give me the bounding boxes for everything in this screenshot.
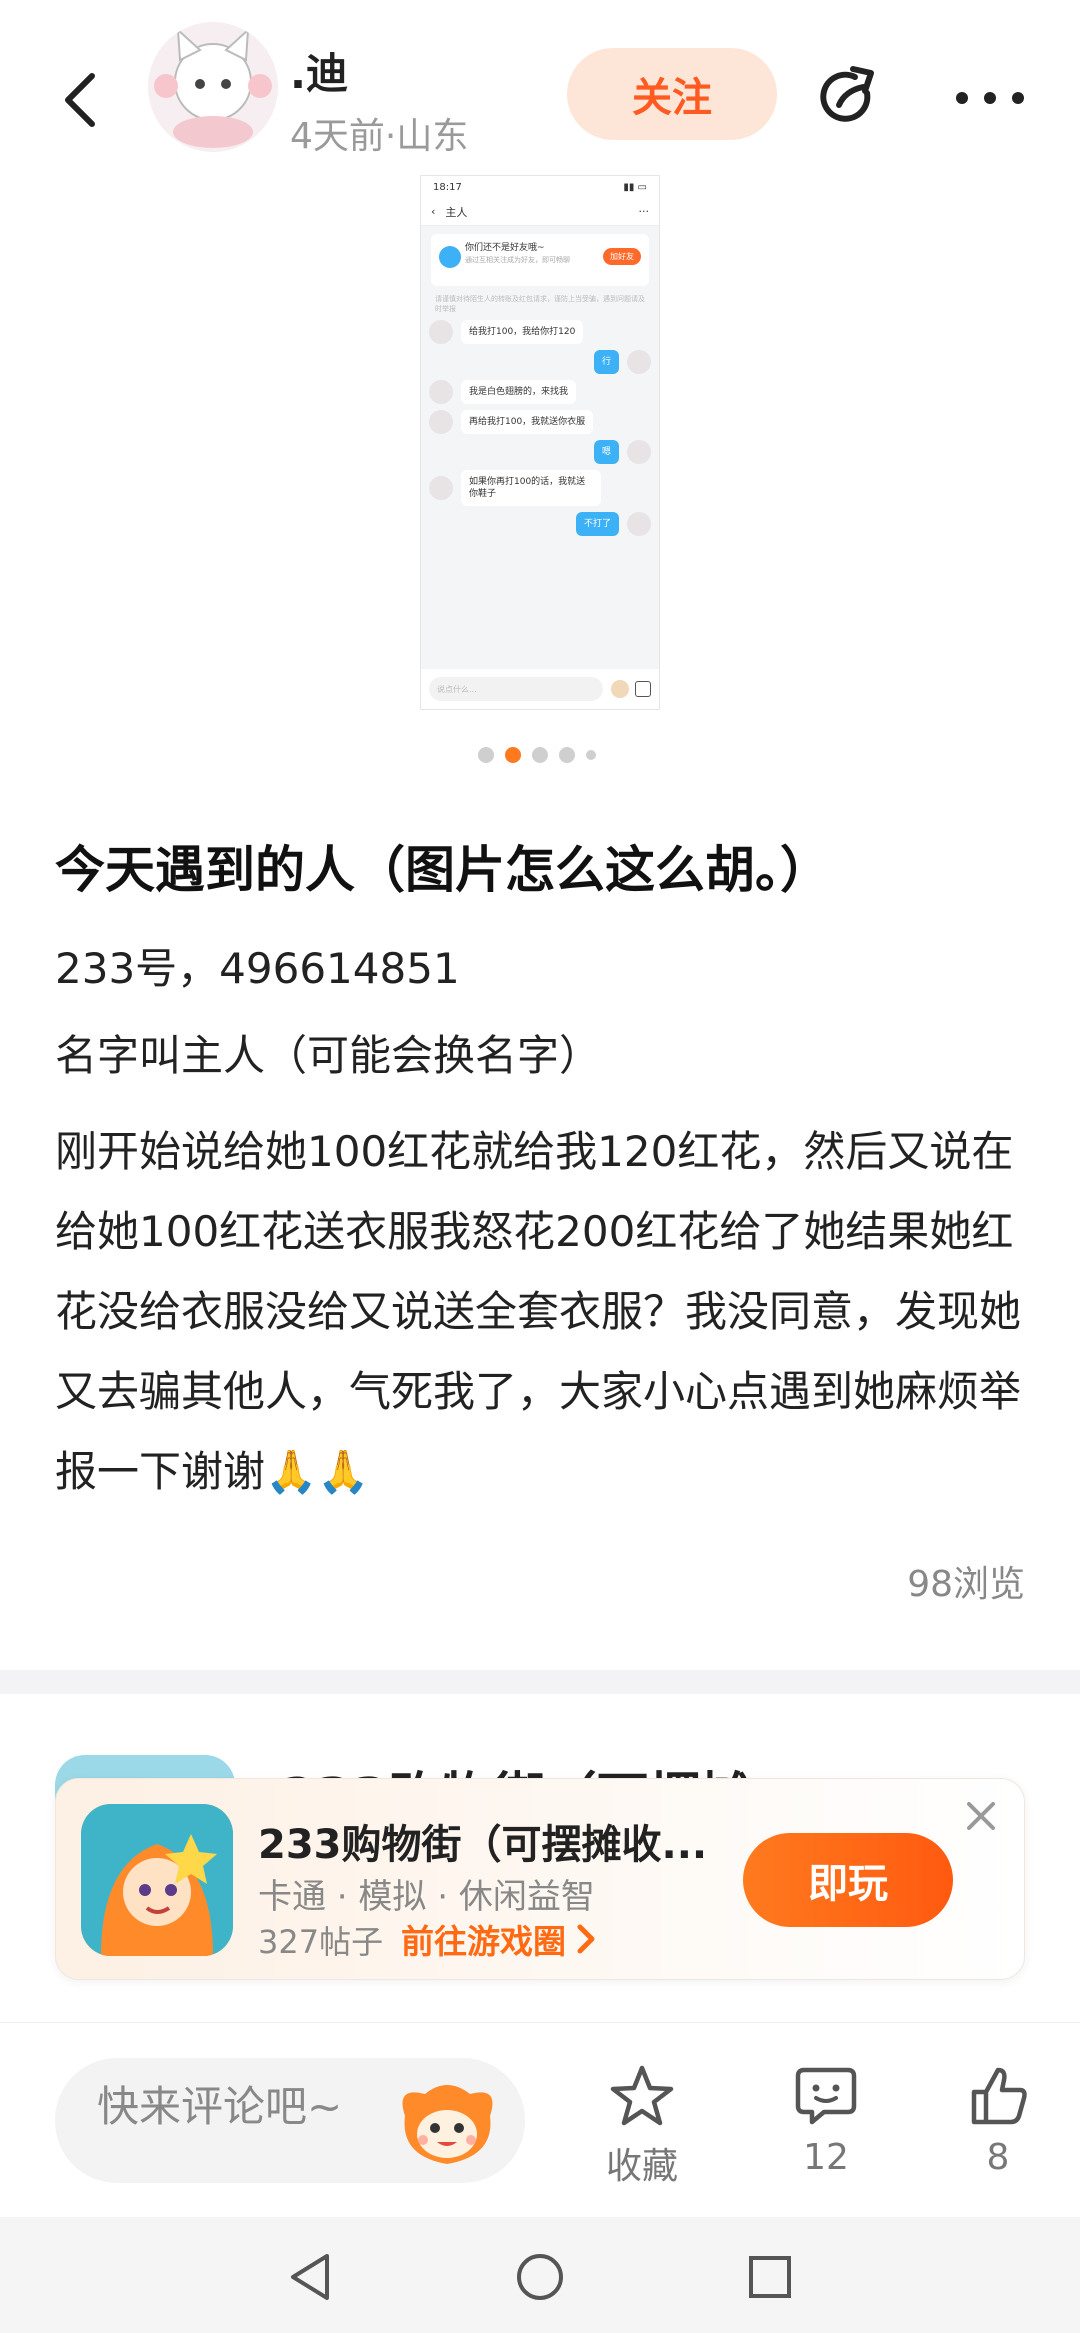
- system-navigation-bar: [0, 2217, 1080, 2333]
- like-count: 8: [986, 2137, 1010, 2178]
- game-circle-link[interactable]: 前往游戏圈: [401, 1915, 600, 1963]
- image-chat-bubble: 给我打100，我给你打120: [461, 320, 584, 344]
- game-circle-link-label: 前往游戏圈: [401, 1922, 566, 1961]
- comment-button[interactable]: 12: [766, 2061, 886, 2178]
- game-icon[interactable]: [81, 1804, 233, 1956]
- close-banner-button[interactable]: [956, 1791, 1006, 1841]
- post-line-name: 名字叫主人（可能会换名字）: [55, 1031, 602, 1080]
- post-meta: 4天前·山东: [290, 116, 469, 157]
- image-status-icons: ▮▮ ▭: [623, 181, 647, 193]
- username[interactable]: .迪: [290, 40, 348, 101]
- image-chat-message: 再给我打100，我就送你衣服: [429, 410, 651, 434]
- image-chat-avatar: [429, 320, 453, 344]
- bottom-action-bar: 快来评论吧~ 收藏 12 8: [0, 2022, 1080, 2217]
- pager-dot: [505, 747, 521, 763]
- favorite-button[interactable]: 收藏: [582, 2061, 702, 2189]
- image-chat-message: 我是白色翅膀的，来找我: [429, 380, 651, 404]
- share-button[interactable]: [810, 58, 890, 138]
- nav-recents-button[interactable]: [740, 2247, 800, 2307]
- back-icon: [65, 73, 95, 127]
- image-chat-bubble: 如果你再打100的话，我就送你鞋子: [461, 470, 601, 506]
- game-tags: 卡通 · 模拟 · 休闲益智: [258, 1877, 595, 1917]
- nav-home-button[interactable]: [510, 2247, 570, 2307]
- like-button[interactable]: 8: [938, 2061, 1058, 2178]
- comment-icon: [795, 2067, 857, 2125]
- view-count: 98浏览: [907, 1564, 1025, 1605]
- image-friend-notice: 你们还不是好友哦~ 通过互相关注成为好友，即可畅聊 加好友: [431, 234, 649, 286]
- image-chat-message: 如果你再打100的话，我就送你鞋子: [429, 470, 651, 506]
- follow-button[interactable]: 关注: [567, 48, 777, 140]
- image-chat-bubble: 不打了: [575, 512, 619, 536]
- image-chat-message: 嗯: [429, 440, 651, 464]
- image-message-list: 给我打100，我给你打120 行我是白色翅膀的，来找我 再给我打100，我就送你衣服…: [421, 320, 659, 536]
- comment-placeholder: 快来评论吧~: [97, 2082, 343, 2131]
- image-back-icon: ‹: [431, 205, 436, 218]
- comment-input[interactable]: 快来评论吧~: [55, 2058, 525, 2183]
- image-chat-message: 给我打100，我给你打120: [429, 320, 651, 344]
- image-status-bar: 18:17 ▮▮ ▭: [421, 176, 659, 198]
- post-line-id: 233号，496614851: [55, 944, 460, 993]
- nav-back-button[interactable]: [280, 2247, 340, 2307]
- pager-dot: [478, 747, 494, 763]
- mascot-icon: [402, 2085, 493, 2164]
- image-chat-avatar: [429, 476, 453, 500]
- nav-back-icon: [291, 2254, 329, 2300]
- game-banner[interactable]: 233购物街（可摆摊收... 卡通 · 模拟 · 休闲益智 327帖子 前往游戏…: [55, 1778, 1025, 1980]
- game-icon-art: [81, 1804, 233, 1956]
- more-icon: [956, 92, 1024, 104]
- image-notice-sub: 通过互相关注成为好友，即可畅聊: [465, 256, 570, 264]
- star-icon: [610, 2065, 674, 2126]
- section-divider: [0, 1670, 1080, 1694]
- post-image[interactable]: 18:17 ▮▮ ▭ ‹ 主人 ··· 你们还不是好友哦~ 通过互相关注成为好友…: [420, 175, 660, 710]
- image-chat-avatar: [429, 380, 453, 404]
- post-body: 刚开始说给她100红花就给我120红花，然后又说在给她100红花送衣服我怒花20…: [55, 1127, 1022, 1496]
- share-icon: [820, 66, 874, 122]
- image-chat-bubble: 再给我打100，我就送你衣服: [461, 410, 594, 434]
- image-title-bar: ‹ 主人 ···: [421, 198, 659, 226]
- image-emoji-icon: [611, 680, 629, 698]
- image-input: 说点什么...: [429, 677, 603, 701]
- image-more-icon: ···: [638, 205, 650, 218]
- image-picture-icon: [635, 681, 651, 697]
- image-chat-message: 不打了: [429, 512, 651, 536]
- image-chat-avatar: [627, 350, 651, 374]
- pager-dot: [559, 747, 575, 763]
- pager-dot: [532, 747, 548, 763]
- thumbs-up-icon: [971, 2067, 1027, 2125]
- image-chat-avatar: [627, 512, 651, 536]
- image-notice-icon: [439, 246, 461, 268]
- pager-dot: [586, 750, 596, 760]
- image-chat-bubble: 我是白色翅膀的，来找我: [461, 380, 577, 404]
- favorite-label: 收藏: [605, 2146, 678, 2187]
- nav-home-icon: [517, 2254, 563, 2300]
- image-chat-bubble: 行: [593, 350, 619, 374]
- image-input-bar: 说点什么...: [421, 669, 659, 709]
- post-title: 今天遇到的人（图片怎么这么胡。）: [55, 841, 830, 899]
- close-icon: [967, 1802, 995, 1830]
- image-add-friend: 加好友: [603, 248, 641, 265]
- post-header: .迪 4天前·山东 关注: [0, 0, 1080, 175]
- image-status-time: 18:17: [433, 181, 462, 193]
- avatar[interactable]: [148, 22, 278, 152]
- image-chat-avatar: [429, 410, 453, 434]
- avatar-illustration: [154, 27, 272, 148]
- game-name[interactable]: 233购物街（可摆摊收...: [258, 1812, 707, 1870]
- image-warning: 请谨慎对待陌生人的转账及红包请求，谨防上当受骗，遇到问题请及时举报: [435, 295, 645, 313]
- play-button[interactable]: 即玩: [743, 1833, 953, 1927]
- chevron-right-icon: [577, 1924, 595, 1954]
- image-chat-bubble: 嗯: [593, 440, 619, 464]
- image-chat-message: 行: [429, 350, 651, 374]
- comment-count: 12: [803, 2137, 849, 2178]
- nav-recents-icon: [749, 2256, 791, 2298]
- image-pager: [478, 747, 607, 763]
- back-button[interactable]: [40, 60, 120, 140]
- image-chat-avatar: [627, 440, 651, 464]
- game-post-count: 327帖子: [258, 1923, 384, 1961]
- more-options-button[interactable]: [945, 58, 1035, 138]
- image-chat-title: 主人: [445, 205, 468, 219]
